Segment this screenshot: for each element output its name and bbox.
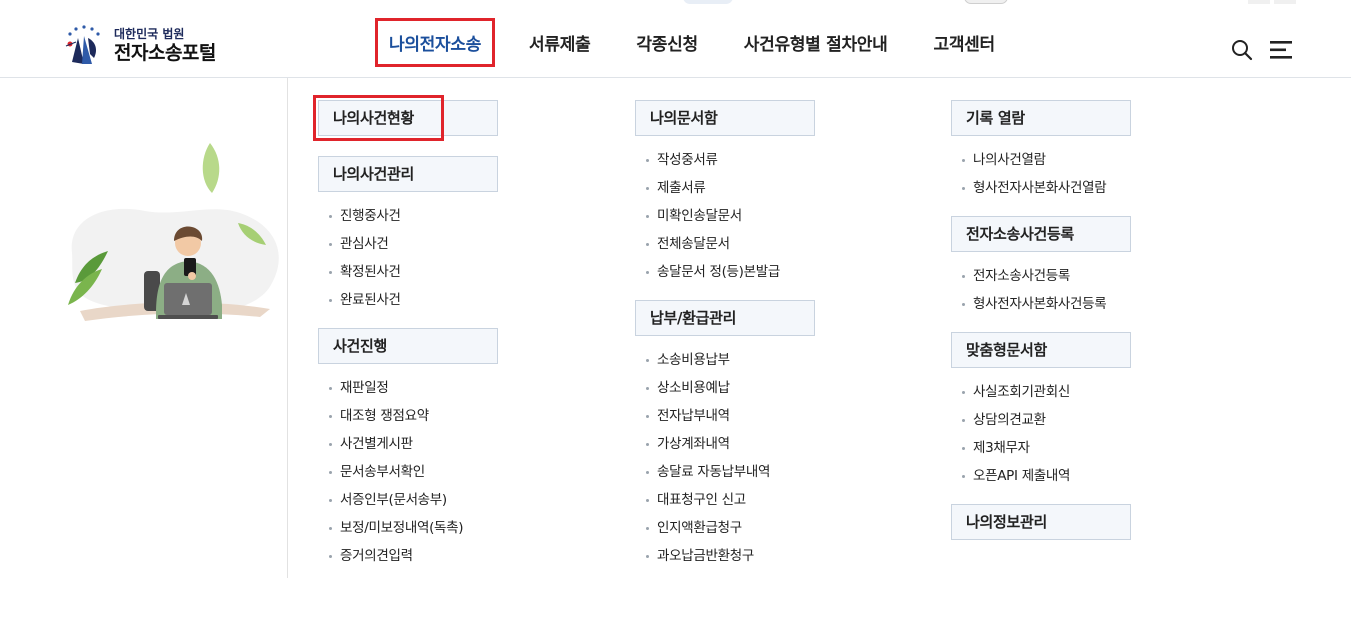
group-payment-refund[interactable]: 납부/환급관리 <box>635 300 815 336</box>
group-case-progress[interactable]: 사건진행 <box>318 328 498 364</box>
group-record-view[interactable]: 기록 열람 <box>951 100 1131 136</box>
mega-menu-side-panel <box>0 78 288 578</box>
submenu-column-2: 나의문서함 작성중서류 제출서류 미확인송달문서 전체송달문서 송달문서 정(등… <box>635 100 835 584</box>
list-item[interactable]: 형사전자사본화사건열람 <box>951 174 1151 202</box>
list-item[interactable]: 가상계좌내역 <box>635 430 835 458</box>
nav-my-e-litigation[interactable]: 나의전자소송 <box>375 17 496 67</box>
list-item[interactable]: 관심사건 <box>318 230 518 258</box>
list-item[interactable]: 증거의견입력 <box>318 542 518 570</box>
list-item[interactable]: 송달문서 정(등)본발급 <box>635 258 835 286</box>
list-item[interactable]: 대표청구인 신고 <box>635 486 835 514</box>
person-with-laptop-illustration <box>60 133 290 353</box>
list-item[interactable]: 형사전자사본화사건등록 <box>951 290 1151 318</box>
hamburger-menu-icon[interactable] <box>1270 41 1294 59</box>
list-item[interactable]: 송달료 자동납부내역 <box>635 458 835 486</box>
list-item[interactable]: 미확인송달문서 <box>635 202 835 230</box>
list-item[interactable]: 상담의견교환 <box>951 406 1151 434</box>
list-item[interactable]: 오픈API 제출내역 <box>951 462 1151 490</box>
list-item[interactable]: 소송비용납부 <box>635 346 835 374</box>
list-item[interactable]: 문서송부서확인 <box>318 458 518 486</box>
group-my-documents[interactable]: 나의문서함 <box>635 100 815 136</box>
list-item[interactable]: 진행중사건 <box>318 202 518 230</box>
submenu-column-1: 나의사건현황 나의사건관리 진행중사건 관심사건 확정된사건 완료된사건 사건진… <box>318 100 518 584</box>
group-custom-documents[interactable]: 맞춤형문서함 <box>951 332 1131 368</box>
custom-documents-list: 사실조회기관회신 상담의견교환 제3채무자 오픈API 제출내역 <box>951 368 1151 504</box>
nav-document-submission[interactable]: 서류제출 <box>529 30 591 55</box>
list-item[interactable]: 보정/미보정내역(독촉) <box>318 514 518 542</box>
list-item[interactable]: 과오납금반환청구 <box>635 542 835 570</box>
list-item[interactable]: 나의사건열람 <box>951 146 1151 174</box>
group-my-info-management[interactable]: 나의정보관리 <box>951 504 1131 540</box>
nav-procedure-guide[interactable]: 사건유형별 절차안내 <box>744 30 888 55</box>
list-item[interactable]: 사건별게시판 <box>318 430 518 458</box>
nav-customer-center[interactable]: 고객센터 <box>933 30 995 55</box>
utility-square-button[interactable] <box>1274 0 1296 4</box>
my-case-management-list: 진행중사건 관심사건 확정된사건 완료된사건 <box>318 192 518 328</box>
list-item[interactable]: 사실조회기관회신 <box>951 378 1151 406</box>
list-item[interactable]: 인지액환급청구 <box>635 514 835 542</box>
list-item[interactable]: 완료된사건 <box>318 286 518 314</box>
list-item[interactable]: 전자소송사건등록 <box>951 262 1151 290</box>
payment-refund-list: 소송비용납부 상소비용예납 전자납부내역 가상계좌내역 송달료 자동납부내역 대… <box>635 336 835 584</box>
e-case-registration-list: 전자소송사건등록 형사전자사본화사건등록 <box>951 252 1151 332</box>
search-icon[interactable] <box>1231 39 1253 61</box>
site-logo[interactable]: 대한민국 법원 전자소송포털 <box>62 24 216 68</box>
list-item[interactable]: 전자납부내역 <box>635 402 835 430</box>
case-progress-list: 재판일정 대조형 쟁점요약 사건별게시판 문서송부서확인 서증인부(문서송부) … <box>318 364 518 584</box>
highlight-box <box>313 95 444 141</box>
list-item[interactable]: 재판일정 <box>318 374 518 402</box>
court-emblem-icon <box>62 24 108 68</box>
list-item[interactable]: 전체송달문서 <box>635 230 835 258</box>
record-view-list: 나의사건열람 형사전자사본화사건열람 <box>951 136 1151 216</box>
logo-subtitle: 대한민국 법원 <box>114 27 185 41</box>
list-item[interactable]: 확정된사건 <box>318 258 518 286</box>
utility-pill[interactable] <box>683 0 733 4</box>
list-item[interactable]: 제3채무자 <box>951 434 1151 462</box>
my-documents-list: 작성중서류 제출서류 미확인송달문서 전체송달문서 송달문서 정(등)본발급 <box>635 136 835 300</box>
list-item[interactable]: 서증인부(문서송부) <box>318 486 518 514</box>
utility-pill[interactable] <box>964 0 1008 4</box>
list-item[interactable]: 작성중서류 <box>635 146 835 174</box>
group-e-case-registration[interactable]: 전자소송사건등록 <box>951 216 1131 252</box>
submenu-column-3: 기록 열람 나의사건열람 형사전자사본화사건열람 전자소송사건등록 전자소송사건… <box>951 100 1151 540</box>
logo-title: 전자소송포털 <box>114 42 216 64</box>
main-navigation: 나의전자소송 서류제출 각종신청 사건유형별 절차안내 고객센터 <box>375 6 1041 78</box>
list-item[interactable]: 상소비용예납 <box>635 374 835 402</box>
utility-square-button[interactable] <box>1248 0 1270 4</box>
nav-applications[interactable]: 각종신청 <box>636 30 698 55</box>
site-header: 대한민국 법원 전자소송포털 나의전자소송 서류제출 각종신청 사건유형별 절차… <box>0 6 1351 78</box>
list-item[interactable]: 대조형 쟁점요약 <box>318 402 518 430</box>
list-item[interactable]: 제출서류 <box>635 174 835 202</box>
group-my-case-management[interactable]: 나의사건관리 <box>318 156 498 192</box>
